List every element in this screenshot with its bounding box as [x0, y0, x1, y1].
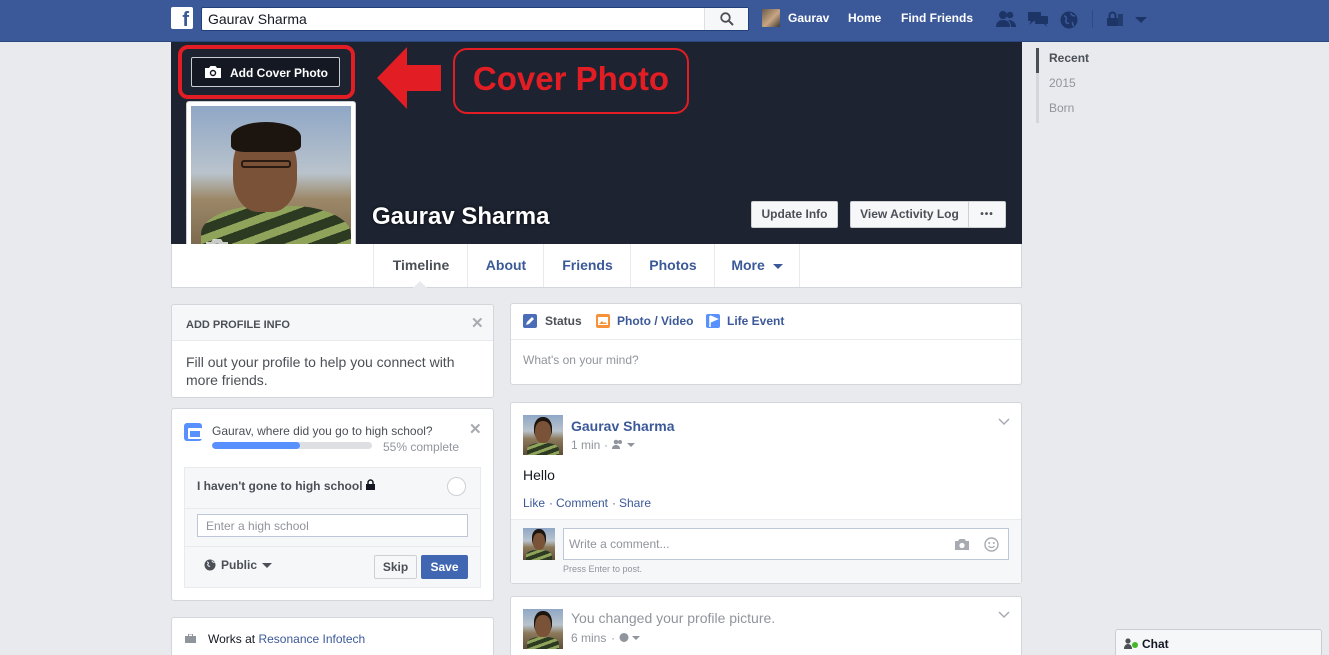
post-options-chevron-down-icon[interactable] — [998, 611, 1010, 619]
search-button[interactable] — [704, 8, 748, 30]
meta-separator: · — [611, 631, 615, 645]
year-nav-recent[interactable]: Recent — [1036, 48, 1089, 73]
nav-user-name[interactable]: Gaurav — [788, 11, 829, 25]
add-cover-photo-label: Add Cover Photo — [230, 66, 328, 80]
messages-icon[interactable] — [1027, 10, 1048, 28]
close-icon[interactable]: ✕ — [471, 314, 484, 332]
high-school-input[interactable] — [197, 514, 468, 537]
tab-more[interactable]: More — [714, 244, 800, 287]
camera-icon[interactable] — [954, 538, 970, 551]
nav-user-avatar[interactable] — [762, 9, 780, 27]
add-profile-info-heading: ADD PROFILE INFO — [186, 319, 290, 331]
commenter-avatar — [523, 528, 555, 560]
close-icon[interactable]: ✕ — [469, 420, 482, 438]
search-icon — [720, 12, 734, 26]
comment-box — [563, 528, 1009, 560]
chevron-down-icon — [772, 264, 783, 269]
year-nav-2015[interactable]: 2015 — [1036, 73, 1076, 98]
nav-home-link[interactable]: Home — [848, 11, 881, 25]
save-button[interactable]: Save — [421, 555, 468, 579]
post-timestamp[interactable]: 1 min — [571, 438, 600, 452]
works-at-text: Works at Resonance Infotech — [208, 632, 365, 646]
globe-icon — [204, 559, 216, 571]
friend-requests-icon[interactable] — [995, 10, 1016, 28]
comment-link[interactable]: Comment — [556, 496, 608, 510]
composer-tab-status[interactable]: Status — [545, 314, 582, 328]
post-author-avatar[interactable] — [523, 609, 563, 649]
meta-separator: · — [604, 438, 608, 452]
year-nav-born[interactable]: Born — [1036, 98, 1074, 123]
post-body: Hello — [523, 467, 555, 483]
works-at-prefix: Works at — [208, 632, 256, 646]
skip-button[interactable]: Skip — [374, 555, 417, 579]
status-input[interactable]: What's on your mind? — [523, 353, 639, 367]
person-icon — [1124, 638, 1132, 649]
no-high-school-label: I haven't gone to high school — [197, 479, 363, 493]
tab-photos[interactable]: Photos — [630, 244, 715, 287]
camera-icon — [205, 66, 221, 78]
progress-text: 55% complete — [383, 440, 460, 454]
school-icon — [184, 423, 202, 441]
composer-tab-photo-video[interactable]: Photo / Video — [617, 314, 693, 328]
profile-progress-fill — [212, 442, 300, 449]
active-tab-indicator — [413, 281, 427, 288]
life-event-flag-icon — [706, 314, 720, 328]
privacy-shortcuts-icon[interactable] — [1105, 10, 1125, 28]
chevron-down-icon[interactable] — [262, 563, 272, 569]
privacy-selector[interactable]: Public — [221, 558, 257, 572]
pencil-icon — [523, 314, 537, 328]
add-cover-photo-button[interactable]: Add Cover Photo — [191, 57, 340, 87]
notifications-globe-icon[interactable] — [1059, 10, 1079, 29]
chat-label: Chat — [1142, 637, 1169, 651]
post-options-chevron-down-icon[interactable] — [998, 418, 1010, 426]
profile-picture[interactable] — [191, 106, 351, 266]
update-info-button[interactable]: Update Info — [751, 201, 838, 228]
share-link[interactable]: Share — [619, 496, 651, 510]
tab-friends[interactable]: Friends — [543, 244, 631, 287]
tab-about[interactable]: About — [467, 244, 544, 287]
composer-tab-life-event[interactable]: Life Event — [727, 314, 784, 328]
account-settings-chevron-down-icon[interactable] — [1134, 10, 1154, 28]
nav-separator — [1092, 10, 1093, 28]
add-profile-info-panel: ADD PROFILE INFO ✕ Fill out your profile… — [171, 304, 494, 398]
tab-more-label: More — [731, 257, 765, 273]
like-link[interactable]: Like — [523, 496, 545, 510]
friends-audience-icon[interactable] — [612, 439, 636, 450]
annotation-arrow-left-icon — [377, 47, 441, 109]
post-author-name[interactable]: Gaurav Sharma — [571, 418, 675, 434]
search-input[interactable] — [208, 10, 698, 28]
press-enter-hint: Press Enter to post. — [563, 564, 643, 574]
nav-find-friends-link[interactable]: Find Friends — [901, 11, 973, 25]
view-activity-log-button[interactable]: View Activity Log — [850, 201, 969, 228]
company-link[interactable]: Resonance Infotech — [258, 632, 365, 646]
no-high-school-radio[interactable] — [447, 477, 466, 496]
profile-name[interactable]: Gaurav Sharma — [372, 203, 549, 231]
search-bar — [201, 7, 749, 31]
profile-picture-post-text: You changed your profile picture. — [571, 610, 776, 626]
more-options-button[interactable]: ••• — [968, 201, 1006, 228]
comment-input[interactable] — [569, 536, 939, 552]
online-status-icon — [1132, 642, 1138, 648]
profile-progress-bar — [212, 442, 372, 449]
post-timestamp[interactable]: 6 mins — [571, 631, 606, 645]
high-school-question: Gaurav, where did you go to high school? — [212, 424, 433, 438]
chat-bar[interactable]: Chat — [1115, 629, 1322, 655]
briefcase-icon — [185, 634, 196, 643]
post-author-avatar[interactable] — [523, 415, 563, 455]
facebook-logo[interactable]: f — [171, 7, 193, 29]
cover-photo-annotation: Cover Photo — [453, 48, 689, 114]
emoji-icon[interactable] — [984, 537, 999, 552]
photo-icon — [596, 314, 610, 328]
lock-icon — [366, 479, 375, 490]
add-profile-info-body: Fill out your profile to help you connec… — [186, 354, 455, 388]
profile-tab-bar: Timeline About Friends Photos More — [171, 244, 1022, 288]
public-globe-icon[interactable] — [619, 632, 643, 643]
